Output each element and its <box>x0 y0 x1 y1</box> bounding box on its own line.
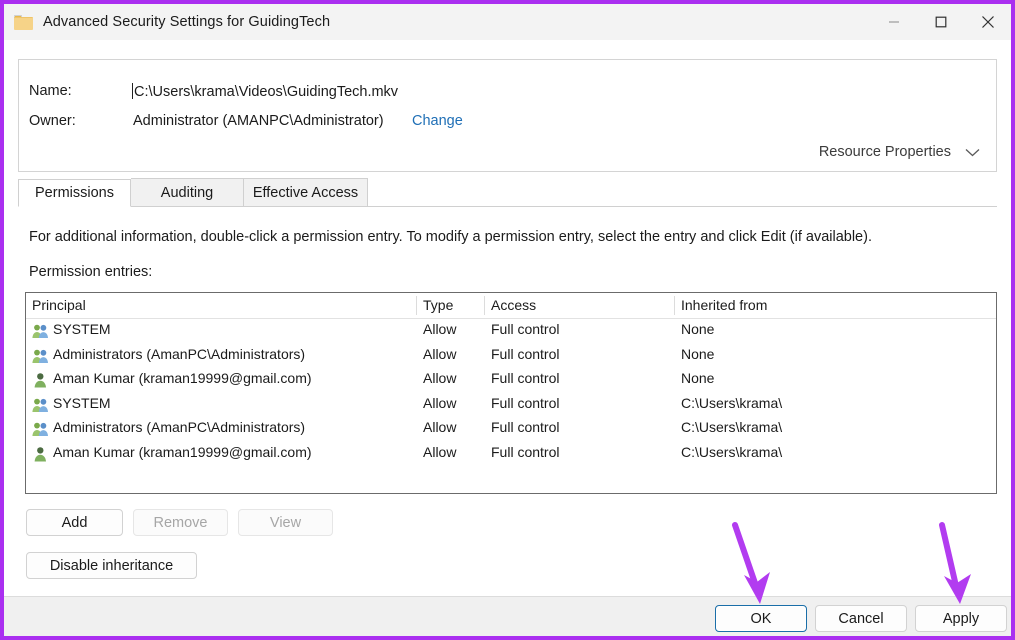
cell-access: Full control <box>491 321 560 337</box>
group-icon <box>32 349 48 363</box>
window-controls <box>870 4 1011 40</box>
column-header-type[interactable]: Type <box>423 297 453 313</box>
folder-icon <box>14 14 33 30</box>
apply-button[interactable]: Apply <box>915 605 1007 632</box>
cell-access: Full control <box>491 394 560 411</box>
minimize-button[interactable] <box>870 4 917 40</box>
cell-principal: Administrators (AmanPC\Administrators) <box>53 345 306 362</box>
text-caret <box>132 83 133 99</box>
advanced-security-settings-window: Advanced Security Settings for GuidingTe… <box>0 0 1015 640</box>
close-icon <box>981 16 994 28</box>
cell-type: Allow <box>423 321 457 337</box>
cancel-button[interactable]: Cancel <box>815 605 907 632</box>
maximize-icon <box>935 16 946 28</box>
cell-inherited-from: None <box>681 321 715 337</box>
title-bar: Advanced Security Settings for GuidingTe… <box>4 4 1011 40</box>
resource-properties-label: Resource Properties <box>818 144 951 160</box>
cell-inherited-from: C:\Users\krama\ <box>681 443 783 460</box>
table-row[interactable]: Administrators (AmanPC\Administrators) A… <box>26 344 996 369</box>
chevron-down-icon <box>965 148 980 156</box>
user-icon <box>34 446 46 461</box>
tab-effective-access[interactable]: Effective Access <box>244 178 368 206</box>
user-icon <box>34 373 46 388</box>
cell-inherited-from: None <box>681 345 715 362</box>
cell-principal: SYSTEM <box>53 394 111 411</box>
view-button[interactable]: View <box>238 509 333 536</box>
resource-header-panel: Name: C:\Users\krama\Videos\GuidingTech.… <box>18 59 997 172</box>
table-row[interactable]: Aman Kumar (kraman19999@gmail.com) Allow… <box>26 442 996 467</box>
info-text: For additional information, double-click… <box>29 229 872 245</box>
minimize-icon <box>888 21 899 23</box>
name-value: C:\Users\krama\Videos\GuidingTech.mkv <box>134 84 399 100</box>
name-value-row: C:\Users\krama\Videos\GuidingTech.mkv <box>132 83 398 101</box>
disable-inheritance-button[interactable]: Disable inheritance <box>26 552 197 579</box>
cell-access: Full control <box>491 345 560 362</box>
table-header-row: Principal Type Access Inherited from <box>26 293 996 319</box>
permission-entries-label: Permission entries: <box>29 264 153 280</box>
arrow-pointing-to-ok <box>732 522 770 604</box>
permission-entries-list[interactable]: Principal Type Access Inherited from SYS… <box>25 292 997 494</box>
resource-properties-toggle[interactable]: Resource Properties <box>819 144 980 160</box>
cell-principal: Administrators (AmanPC\Administrators) <box>53 419 306 435</box>
tab-auditing[interactable]: Auditing <box>131 178 244 206</box>
cell-type: Allow <box>423 370 457 386</box>
group-icon <box>32 324 48 338</box>
cell-type: Allow <box>423 443 457 460</box>
cell-type: Allow <box>423 394 457 411</box>
add-button[interactable]: Add <box>26 509 123 536</box>
table-row[interactable]: Aman Kumar (kraman19999@gmail.com) Allow… <box>26 368 996 393</box>
cell-type: Allow <box>423 345 457 362</box>
column-header-principal[interactable]: Principal <box>32 297 86 313</box>
owner-value: Administrator (AMANPC\Administrator) <box>133 113 384 129</box>
name-label: Name: <box>29 83 72 99</box>
cell-access: Full control <box>491 419 560 435</box>
window-title: Advanced Security Settings for GuidingTe… <box>43 14 331 30</box>
table-row[interactable]: SYSTEM Allow Full control C:\Users\krama… <box>26 393 996 418</box>
column-header-access[interactable]: Access <box>491 297 536 313</box>
remove-button[interactable]: Remove <box>133 509 228 536</box>
cell-principal: Aman Kumar (kraman19999@gmail.com) <box>53 370 312 386</box>
ok-button[interactable]: OK <box>715 605 807 632</box>
column-header-inherited-from[interactable]: Inherited from <box>681 297 767 313</box>
cell-access: Full control <box>491 443 560 460</box>
cell-principal: Aman Kumar (kraman19999@gmail.com) <box>53 443 312 460</box>
cell-inherited-from: None <box>681 370 715 386</box>
table-row[interactable]: SYSTEM Allow Full control None <box>26 319 996 344</box>
change-owner-link[interactable]: Change <box>412 113 463 129</box>
group-icon <box>32 422 48 436</box>
cell-inherited-from: C:\Users\krama\ <box>681 394 783 411</box>
maximize-button[interactable] <box>917 4 964 40</box>
cell-principal: SYSTEM <box>53 321 111 337</box>
table-row[interactable]: Administrators (AmanPC\Administrators) A… <box>26 417 996 442</box>
cell-access: Full control <box>491 370 560 386</box>
owner-label: Owner: <box>29 113 76 129</box>
tab-permissions[interactable]: Permissions <box>18 179 131 207</box>
group-icon <box>32 398 48 412</box>
arrow-pointing-to-apply <box>939 522 971 604</box>
cell-type: Allow <box>423 419 457 435</box>
cell-inherited-from: C:\Users\krama\ <box>681 419 783 435</box>
tab-strip: Permissions Auditing Effective Access <box>18 178 997 207</box>
close-button[interactable] <box>964 4 1011 40</box>
